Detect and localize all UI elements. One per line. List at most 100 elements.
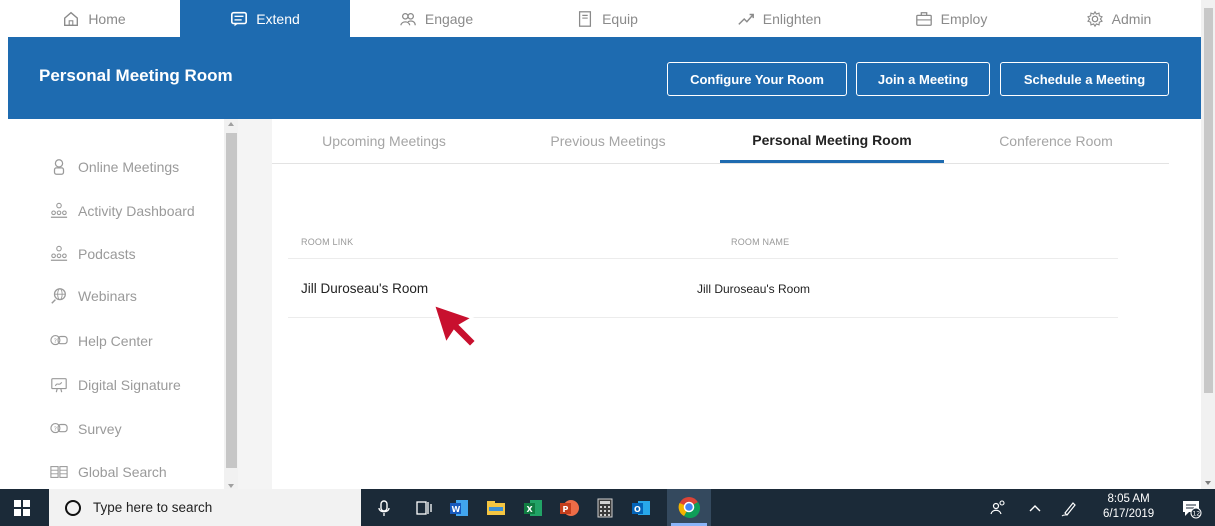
notification-count: 12 xyxy=(1193,511,1201,518)
globe-icon xyxy=(51,288,66,304)
sidebar-item-activity-dashboard[interactable]: Activity Dashboard xyxy=(50,202,195,220)
sidebar-item-help-center[interactable]: ? Help Center xyxy=(50,332,153,350)
sidebar-item-online-meetings[interactable]: Online Meetings xyxy=(50,158,179,176)
pen-icon[interactable] xyxy=(1059,497,1081,519)
word-icon[interactable]: W xyxy=(448,497,470,519)
taskbar-search-box[interactable]: Type here to search xyxy=(49,489,361,526)
gear-icon xyxy=(1086,10,1103,27)
person-icon xyxy=(53,159,65,175)
sidebar-item-podcasts[interactable]: Podcasts xyxy=(50,245,136,263)
nav-tab-label: Home xyxy=(88,10,126,27)
sidebar-item-label: Activity Dashboard xyxy=(78,203,195,219)
configure-room-button[interactable]: Configure Your Room xyxy=(667,62,847,96)
room-name: Jill Duroseau's Room xyxy=(697,282,810,296)
group-icon xyxy=(50,202,68,218)
chat-bubbles-icon: ? xyxy=(50,335,68,346)
content-gutter xyxy=(238,119,272,489)
column-header-room-name: ROOM NAME xyxy=(731,237,790,247)
svg-text:O: O xyxy=(634,505,641,514)
nav-tab-label: Enlighten xyxy=(762,10,822,27)
page-header: Personal Meeting Room Configure Your Roo… xyxy=(8,37,1201,119)
grid-search-icon xyxy=(50,466,68,478)
main-content xyxy=(238,119,1201,489)
file-explorer-icon[interactable] xyxy=(485,497,507,519)
clock-time: 8:05 AM xyxy=(1107,493,1150,505)
home-icon xyxy=(64,11,79,26)
sidebar-item-label: Survey xyxy=(78,421,122,437)
meeting-tabs: Upcoming Meetings Previous Meetings Pers… xyxy=(272,119,1169,164)
chat-icon xyxy=(231,11,248,26)
briefcase-icon xyxy=(915,11,932,26)
nav-tab-label: Extend xyxy=(256,10,300,27)
tab-conference-room[interactable]: Conference Room xyxy=(944,119,1168,163)
people-icon xyxy=(400,12,416,26)
chrome-icon[interactable] xyxy=(667,489,711,526)
sidebar-item-label: Webinars xyxy=(78,288,137,304)
sidebar: Online Meetings Activity Dashboard Podca… xyxy=(8,119,238,489)
notification-center-icon[interactable]: 12 xyxy=(1180,497,1202,519)
group-icon xyxy=(50,245,68,261)
svg-text:?: ? xyxy=(54,426,57,433)
sidebar-item-digital-signature[interactable]: Digital Signature xyxy=(50,376,181,394)
taskbar: Type here to search W X P O 8:05 AM 6/17… xyxy=(0,489,1215,526)
page-scrollbar[interactable] xyxy=(1201,0,1215,489)
task-view-icon[interactable] xyxy=(413,497,435,519)
svg-text:P: P xyxy=(563,505,569,514)
scroll-up-arrow-icon[interactable] xyxy=(228,122,234,126)
sidebar-item-webinars[interactable]: Webinars xyxy=(50,287,137,305)
signature-icon xyxy=(51,378,67,393)
trend-icon xyxy=(738,13,754,25)
svg-text:?: ? xyxy=(54,338,57,345)
microphone-icon[interactable] xyxy=(373,497,395,519)
room-link[interactable]: Jill Duroseau's Room xyxy=(301,281,428,296)
excel-icon[interactable]: X xyxy=(522,497,544,519)
chat-bubbles-icon: ? xyxy=(50,423,68,434)
search-placeholder: Type here to search xyxy=(93,500,213,515)
sidebar-item-label: Podcasts xyxy=(78,246,136,262)
page-title: Personal Meeting Room xyxy=(39,66,233,85)
nav-tab-home[interactable]: Home xyxy=(8,0,180,37)
nav-tab-engage[interactable]: Engage xyxy=(350,0,522,37)
tab-previous-meetings[interactable]: Previous Meetings xyxy=(496,119,720,163)
pointer-arrow-icon xyxy=(432,303,478,349)
divider xyxy=(288,258,1118,259)
sidebar-item-label: Online Meetings xyxy=(78,159,180,175)
schedule-meeting-button[interactable]: Schedule a Meeting xyxy=(1000,62,1169,96)
sidebar-item-global-search[interactable]: Global Search xyxy=(50,463,167,481)
nav-tab-label: Engage xyxy=(424,10,474,27)
tab-upcoming-meetings[interactable]: Upcoming Meetings xyxy=(272,119,496,163)
system-clock[interactable]: 8:05 AM 6/17/2019 xyxy=(1103,492,1154,522)
sidebar-item-label: Global Search xyxy=(78,464,167,480)
top-nav: Home Extend Engage Equip Enlighten Emplo… xyxy=(8,0,1201,37)
svg-text:W: W xyxy=(452,505,461,514)
nav-tab-label: Equip xyxy=(602,10,638,27)
svg-text:X: X xyxy=(527,505,534,514)
nav-tab-label: Admin xyxy=(1111,10,1152,27)
nav-tab-admin[interactable]: Admin xyxy=(1036,0,1201,37)
nav-tab-label: Employ xyxy=(940,10,988,27)
nav-tab-employ[interactable]: Employ xyxy=(866,0,1036,37)
tab-personal-meeting-room[interactable]: Personal Meeting Room xyxy=(720,119,944,163)
column-header-room-link: ROOM LINK xyxy=(301,237,354,247)
calculator-icon[interactable] xyxy=(594,497,616,519)
nav-tab-equip[interactable]: Equip xyxy=(522,0,692,37)
outlook-icon[interactable]: O xyxy=(630,497,652,519)
scroll-down-arrow-icon[interactable] xyxy=(228,484,234,488)
page-scroll-thumb[interactable] xyxy=(1204,8,1213,393)
people-tray-icon[interactable] xyxy=(987,497,1009,519)
nav-tab-enlighten[interactable]: Enlighten xyxy=(692,0,866,37)
sidebar-scrollbar[interactable] xyxy=(224,119,238,489)
sidebar-item-label: Help Center xyxy=(78,333,153,349)
sidebar-scroll-thumb[interactable] xyxy=(226,133,237,468)
nav-tab-extend[interactable]: Extend xyxy=(180,0,350,37)
sidebar-item-survey[interactable]: ? Survey xyxy=(50,420,122,438)
divider xyxy=(288,317,1118,318)
cortana-icon xyxy=(65,499,81,516)
sidebar-item-label: Digital Signature xyxy=(78,377,181,393)
windows-start-icon[interactable] xyxy=(14,500,30,516)
join-meeting-button[interactable]: Join a Meeting xyxy=(856,62,990,96)
document-icon xyxy=(579,10,592,27)
scroll-down-arrow-icon[interactable] xyxy=(1205,481,1211,485)
chevron-up-icon[interactable] xyxy=(1024,497,1046,519)
powerpoint-icon[interactable]: P xyxy=(558,497,580,519)
